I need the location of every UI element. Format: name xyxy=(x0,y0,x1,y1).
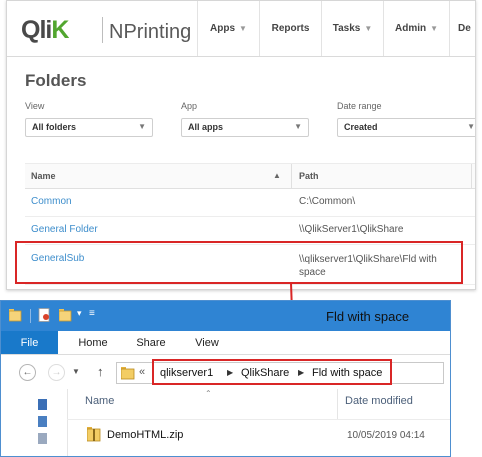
navigation-pane xyxy=(1,389,68,456)
filter-view-label: View xyxy=(25,101,45,111)
overflow-chevron-icon[interactable]: « xyxy=(139,366,145,378)
window-title: Fld with space xyxy=(326,309,410,324)
column-header-date[interactable]: Date modified xyxy=(345,395,413,407)
column-header-name[interactable]: Name xyxy=(31,171,56,181)
chevron-down-icon: ▼ xyxy=(430,24,439,33)
folder-icon xyxy=(121,367,135,380)
nav-apps-label: Apps xyxy=(210,23,236,34)
filter-date-value: Created xyxy=(344,122,378,132)
table-row[interactable]: Common C:\Common\ xyxy=(25,188,475,217)
nav-reports-label: Reports xyxy=(271,23,310,34)
column-header-name[interactable]: Name xyxy=(85,395,114,407)
chevron-down-icon: ▼ xyxy=(239,24,247,33)
forward-arrow-icon[interactable]: → xyxy=(48,364,65,381)
nav-more[interactable]: De xyxy=(449,1,475,56)
table-header: Name ▲ Path xyxy=(25,163,475,189)
menu-lines-icon[interactable]: ≡ xyxy=(89,308,95,319)
column-divider xyxy=(291,164,292,188)
chevron-down-icon: ▼ xyxy=(138,122,146,131)
page-title: Folders xyxy=(25,71,87,90)
filter-view-select[interactable]: All folders ▼ xyxy=(25,118,153,137)
filter-app-label: App xyxy=(181,101,198,111)
up-arrow-icon[interactable]: ↑ xyxy=(97,364,104,379)
folder-icon xyxy=(9,309,22,322)
chevron-down-icon: ▼ xyxy=(294,122,302,131)
header-divider xyxy=(67,419,450,420)
folder-path: C:\Common\ xyxy=(299,196,356,207)
tab-home[interactable]: Home xyxy=(71,331,115,354)
nav-more-label: De xyxy=(458,23,471,34)
quick-access-icon[interactable] xyxy=(38,399,47,410)
title-bar: ▾ ≡ Fld with space xyxy=(1,301,450,331)
qlik-q-icon: K xyxy=(51,16,69,44)
new-folder-icon[interactable] xyxy=(59,308,72,322)
highlight-box xyxy=(152,359,392,385)
nav-admin[interactable]: Admin ▼ xyxy=(383,1,449,56)
nav-tasks-label: Tasks xyxy=(332,23,361,34)
nav-admin-label: Admin xyxy=(394,23,427,34)
recent-locations-icon[interactable]: ▼ xyxy=(72,367,80,376)
tab-view[interactable]: View xyxy=(185,331,229,354)
file-name[interactable]: DemoHTML.zip xyxy=(107,429,183,441)
nav-tasks[interactable]: Tasks ▼ xyxy=(321,1,383,56)
toolbar-divider xyxy=(30,309,31,323)
nav-reports[interactable]: Reports xyxy=(259,1,321,56)
column-divider xyxy=(337,389,338,419)
top-nav-bar: QliK NPrinting Apps ▼ Reports Tasks ▼ Admi… xyxy=(7,1,475,57)
drive-icon[interactable] xyxy=(38,433,47,444)
chevron-down-icon: ▼ xyxy=(364,24,373,33)
desktop-icon[interactable] xyxy=(38,416,47,427)
properties-icon[interactable] xyxy=(38,308,51,322)
column-header-path[interactable]: Path xyxy=(299,171,319,181)
tab-file[interactable]: File xyxy=(1,331,58,354)
customize-toolbar-icon[interactable]: ▾ xyxy=(77,308,82,319)
zip-folder-icon xyxy=(87,427,101,442)
filter-view-value: All folders xyxy=(32,122,77,132)
folder-path: \\QlikServer1\QlikShare xyxy=(299,224,404,235)
file-date-modified: 10/05/2019 04:14 xyxy=(347,430,425,441)
qlik-logo-text: QliK xyxy=(21,16,69,44)
filter-app-value: All apps xyxy=(188,122,224,132)
filter-date-label: Date range xyxy=(337,101,382,111)
nav-apps[interactable]: Apps ▼ xyxy=(197,1,259,56)
product-name: NPrinting xyxy=(109,21,192,43)
tab-share[interactable]: Share xyxy=(129,331,173,354)
folder-name-link[interactable]: General Folder xyxy=(31,224,98,235)
filter-app-select[interactable]: All apps ▼ xyxy=(181,118,309,137)
ribbon-tabs: File Home Share View xyxy=(1,331,450,355)
folder-name-link[interactable]: Common xyxy=(31,196,72,207)
highlight-box xyxy=(15,241,463,284)
logo-divider xyxy=(102,17,103,43)
sort-ascending-icon[interactable]: ▲ xyxy=(273,171,281,180)
qlik-logo[interactable]: QliK xyxy=(21,16,69,44)
filter-date-select[interactable]: Created ▼ xyxy=(337,118,475,137)
chevron-down-icon: ▼ xyxy=(467,122,475,131)
column-divider xyxy=(471,164,472,188)
sort-chevron-icon[interactable]: ⌃ xyxy=(205,389,212,398)
back-arrow-icon[interactable]: ← xyxy=(19,364,36,381)
